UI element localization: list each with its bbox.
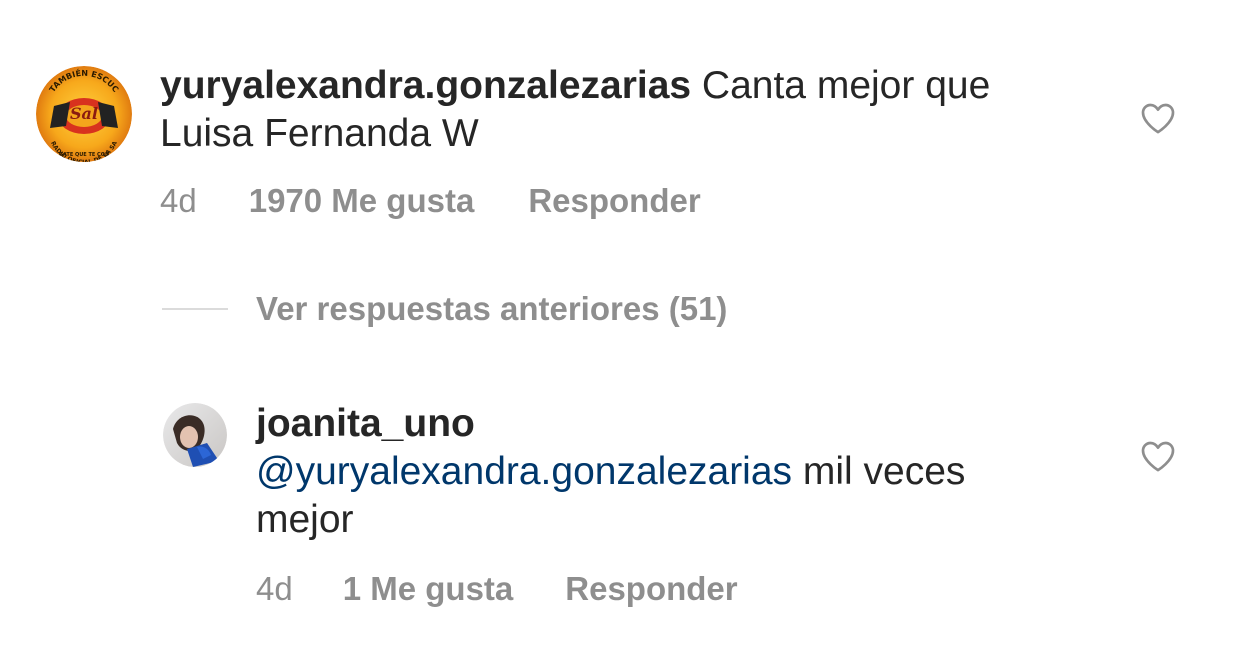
like-heart-icon[interactable] (1138, 98, 1178, 138)
reply-avatar[interactable] (163, 403, 227, 467)
comment-reply-button[interactable]: Responder (528, 182, 700, 220)
reply-mention-link[interactable]: @yuryalexandra.gonzalezarias (256, 450, 792, 493)
comment-meta: 4d 1970 Me gusta Responder (160, 182, 701, 220)
comment-likes-count[interactable]: 1970 Me gusta (249, 182, 475, 220)
reply-text-line3: mejor (256, 498, 354, 541)
radio-logo-icon: Sal TAMBIÉN ESCUC RADIO OFICIAL DE LA SA… (36, 66, 132, 162)
svg-text:Sal: Sal (70, 104, 98, 123)
reply-text: joanita_uno @yuryalexandra.gonzalezarias… (256, 400, 1116, 544)
comment-text-line2: Luisa Fernanda W (160, 112, 479, 155)
reply-timestamp: 4d (256, 570, 293, 607)
comment-timestamp: 4d (160, 182, 197, 219)
view-previous-replies-button[interactable]: Ver respuestas anteriores (51) (162, 290, 727, 328)
reply-like-heart-icon[interactable] (1138, 436, 1178, 476)
avatar[interactable]: Sal TAMBIÉN ESCUC RADIO OFICIAL DE LA SA… (36, 66, 132, 162)
comment-text: yuryalexandra.gonzalezarias Canta mejor … (160, 62, 1120, 158)
reply-username[interactable]: joanita_uno (256, 402, 475, 445)
comment-username[interactable]: yuryalexandra.gonzalezarias (160, 64, 691, 107)
reply-text-body: mil veces (792, 450, 966, 493)
comment-text-line1: Canta mejor que (691, 64, 991, 107)
profile-photo-icon (163, 403, 227, 467)
reply-meta: 4d 1 Me gusta Responder (256, 570, 738, 608)
reply-likes-count[interactable]: 1 Me gusta (343, 570, 514, 608)
divider-line (162, 308, 228, 310)
svg-text:GATE QUE TE CON: GATE QUE TE CON (59, 152, 109, 158)
view-replies-label: Ver respuestas anteriores (51) (256, 290, 728, 327)
reply-reply-button[interactable]: Responder (565, 570, 737, 608)
